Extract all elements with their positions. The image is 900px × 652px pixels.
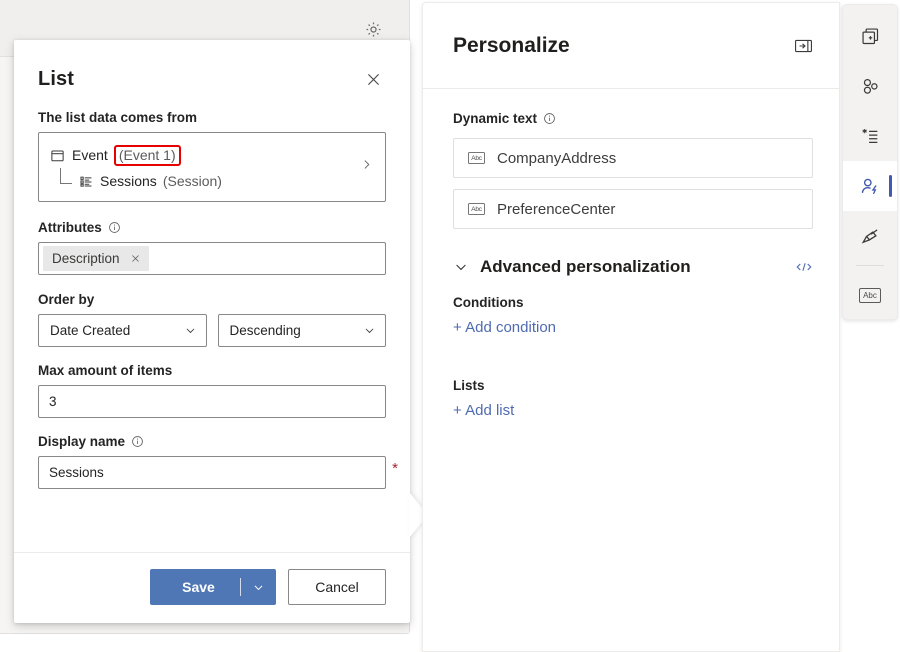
chevron-down-icon[interactable] — [184, 324, 197, 337]
rail-item-brush-styles[interactable] — [843, 211, 897, 261]
order-by-label: Order by — [38, 292, 386, 307]
list-source-picker[interactable]: Event (Event 1) Sessions (Session — [38, 132, 386, 202]
chevron-down-icon[interactable] — [241, 581, 275, 594]
lists-label: Lists — [453, 378, 813, 393]
order-by-direction-select[interactable]: Descending — [218, 314, 387, 347]
info-icon[interactable] — [543, 112, 556, 125]
rail-divider — [856, 265, 884, 266]
order-by-row: Date Created Descending — [38, 314, 386, 347]
attribute-chip[interactable]: Description — [43, 246, 149, 271]
display-name-wrap: Sessions * — [38, 456, 386, 489]
dialog-footer: Save Cancel — [14, 552, 410, 623]
layout-blocks-icon — [860, 76, 881, 97]
display-name-label: Display name — [38, 434, 386, 449]
cancel-button-label: Cancel — [315, 579, 359, 595]
abc-text-icon: Abc — [468, 152, 485, 164]
personalize-panel: Personalize Dynamic text — [422, 2, 840, 652]
info-icon[interactable] — [108, 221, 121, 234]
personalize-icon — [859, 175, 881, 197]
app-root: List The list data comes from — [0, 0, 900, 652]
attributes-label: Attributes — [38, 220, 386, 235]
required-marker: * — [392, 461, 398, 476]
rail-item-personalize[interactable] — [843, 161, 897, 211]
order-by-direction-value: Descending — [230, 323, 301, 338]
order-by-label-text: Order by — [38, 292, 94, 307]
selection-indicator — [889, 175, 892, 197]
dynamic-text-item-preference-center[interactable]: Abc PreferenceCenter — [453, 189, 813, 229]
personalize-body: Dynamic text Abc CompanyAddress Abc Pref… — [423, 89, 839, 419]
chevron-down-icon[interactable] — [453, 259, 469, 275]
add-list-link[interactable]: + Add list — [453, 402, 813, 419]
calendar-icon — [50, 148, 65, 163]
source-parent-name: Event — [72, 147, 108, 163]
source-child-qualifier: (Session) — [163, 173, 222, 189]
gear-icon[interactable] — [361, 17, 385, 41]
chevron-down-icon[interactable] — [363, 324, 376, 337]
add-element-icon — [860, 26, 881, 47]
list-icon — [79, 174, 94, 189]
order-by-field-select[interactable]: Date Created — [38, 314, 207, 347]
code-editor-icon[interactable] — [795, 259, 813, 275]
info-icon[interactable] — [131, 435, 144, 448]
max-items-label: Max amount of items — [38, 363, 386, 378]
tree-connector-icon — [60, 168, 72, 184]
dialog-body: The list data comes from Event (Event 1) — [14, 100, 410, 552]
display-name-label-text: Display name — [38, 434, 125, 449]
display-name-input[interactable]: Sessions — [38, 456, 386, 489]
rail-item-layout-blocks[interactable] — [843, 61, 897, 111]
add-condition-link[interactable]: + Add condition — [453, 319, 813, 336]
personalize-header: Personalize — [423, 3, 839, 89]
dock-panel-icon[interactable] — [794, 38, 813, 54]
brush-styles-icon — [859, 225, 881, 247]
abc-text-icon: Abc — [859, 288, 881, 303]
display-name-value: Sessions — [49, 465, 104, 480]
cancel-button[interactable]: Cancel — [288, 569, 386, 605]
order-by-field-value: Date Created — [50, 323, 130, 338]
source-parent-row: Event (Event 1) — [50, 142, 373, 168]
conditions-label: Conditions — [453, 295, 813, 310]
attribute-chip-label: Description — [52, 251, 120, 266]
list-dialog: List The list data comes from — [14, 40, 410, 623]
dialog-header: List — [14, 40, 410, 100]
dynamic-text-item-company-address[interactable]: Abc CompanyAddress — [453, 138, 813, 178]
spacer — [453, 336, 813, 360]
source-label-text: The list data comes from — [38, 110, 197, 125]
rail-item-add-element[interactable] — [843, 11, 897, 61]
right-icon-rail: Abc — [842, 4, 898, 320]
advanced-personalization-title: Advanced personalization — [480, 257, 691, 277]
source-parent-qualifier: (Event 1) — [116, 147, 179, 164]
max-items-value: 3 — [49, 394, 57, 409]
source-child-row: Sessions (Session) — [50, 168, 373, 194]
starred-list-icon — [859, 125, 881, 147]
max-items-label-text: Max amount of items — [38, 363, 172, 378]
abc-text-icon: Abc — [468, 203, 485, 215]
max-items-input[interactable]: 3 — [38, 385, 386, 418]
close-icon[interactable] — [358, 64, 388, 94]
page-title: Personalize — [453, 34, 570, 58]
attributes-field[interactable]: Description — [38, 242, 386, 275]
rail-item-text[interactable]: Abc — [843, 270, 897, 320]
attributes-label-text: Attributes — [38, 220, 102, 235]
source-child-name: Sessions — [100, 173, 157, 189]
dynamic-text-label-text: Dynamic text — [453, 111, 537, 126]
rail-item-starred-list[interactable] — [843, 111, 897, 161]
save-button-label: Save — [151, 579, 240, 595]
dynamic-text-label: Dynamic text — [453, 111, 813, 126]
chevron-right-icon[interactable] — [360, 158, 373, 176]
advanced-personalization-header[interactable]: Advanced personalization — [453, 257, 813, 277]
advanced-header-left: Advanced personalization — [453, 257, 691, 277]
source-label: The list data comes from — [38, 110, 386, 125]
dialog-title: List — [38, 68, 74, 91]
dynamic-text-item-label: PreferenceCenter — [497, 201, 615, 218]
close-icon[interactable] — [130, 253, 141, 264]
save-button[interactable]: Save — [150, 569, 276, 605]
dynamic-text-item-label: CompanyAddress — [497, 150, 616, 167]
